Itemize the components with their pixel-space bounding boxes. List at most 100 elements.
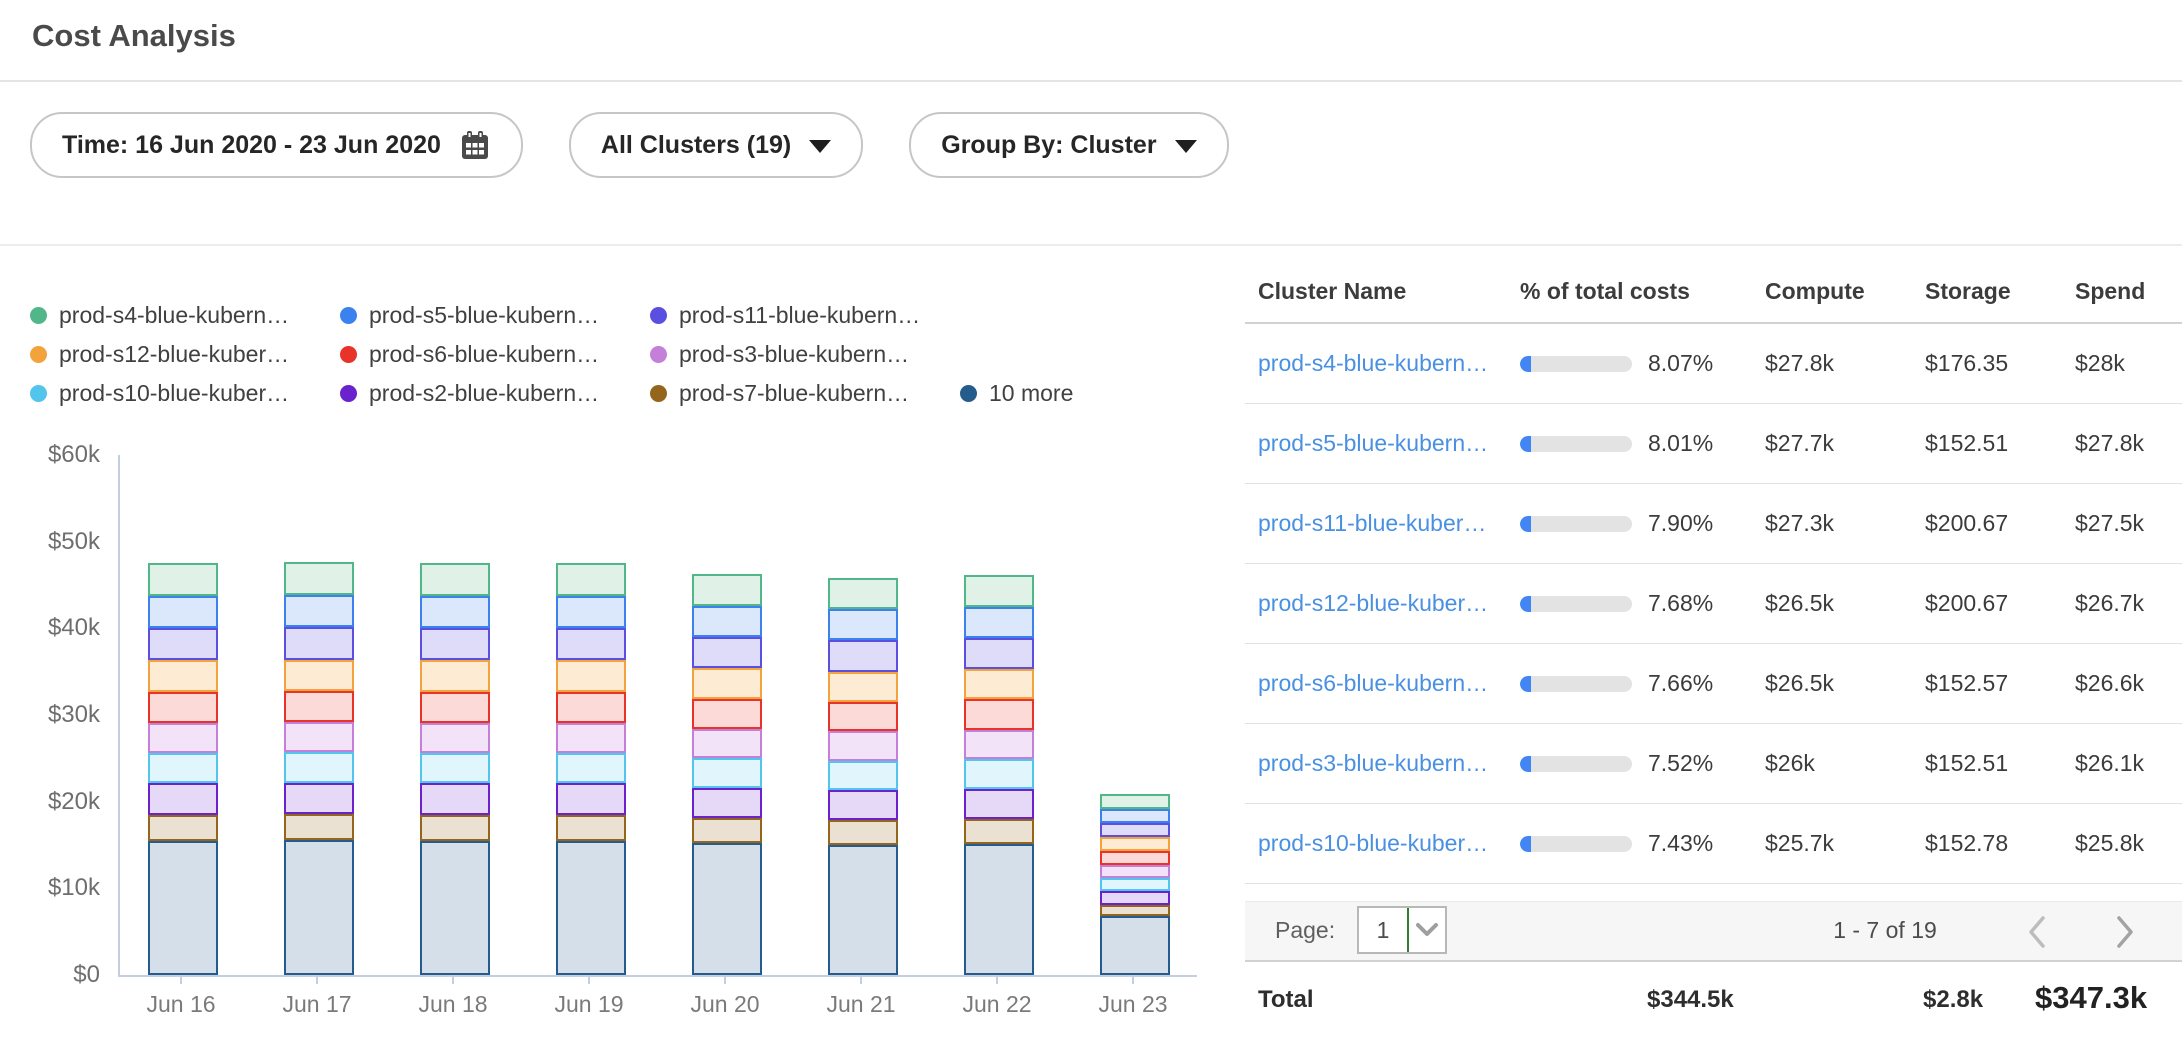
bar-segment-prod-s10-blue-kuber-jun-17[interactable] (284, 752, 354, 782)
bar-segment-prod-s11-blue-kubern-jun-17[interactable] (284, 627, 354, 659)
bar-segment-prod-s2-blue-kubern-jun-18[interactable] (420, 783, 490, 814)
cluster-name-link[interactable]: prod-s5-blue-kubern… (1258, 430, 1520, 457)
bar-segment-prod-s7-blue-kubern-jun-16[interactable] (148, 815, 218, 841)
bar-segment-prod-s3-blue-kubern-jun-20[interactable] (692, 729, 762, 758)
cluster-name-link[interactable]: prod-s6-blue-kubern… (1258, 670, 1520, 697)
bar-segment-10-more-jun-19[interactable] (556, 841, 626, 975)
bar-segment-prod-s7-blue-kubern-jun-19[interactable] (556, 815, 626, 841)
bar-segment-prod-s11-blue-kubern-jun-16[interactable] (148, 628, 218, 660)
cluster-name-link[interactable]: prod-s3-blue-kubern… (1258, 750, 1520, 777)
bar-segment-prod-s7-blue-kubern-jun-22[interactable] (964, 819, 1034, 844)
bar-segment-prod-s11-blue-kubern-jun-23[interactable] (1100, 823, 1170, 837)
legend-item-prod-s3-blue-kubern[interactable]: prod-s3-blue-kubern… (650, 341, 960, 368)
time-range-filter[interactable]: Time: 16 Jun 2020 - 23 Jun 2020 (30, 112, 523, 178)
bar-segment-prod-s12-blue-kuber-jun-23[interactable] (1100, 837, 1170, 851)
bar-segment-prod-s11-blue-kubern-jun-22[interactable] (964, 638, 1034, 669)
bar-segment-prod-s5-blue-kubern-jun-19[interactable] (556, 596, 626, 628)
bar-segment-prod-s10-blue-kuber-jun-20[interactable] (692, 758, 762, 787)
bar-segment-prod-s3-blue-kubern-jun-23[interactable] (1100, 865, 1170, 878)
bar-segment-prod-s6-blue-kubern-jun-19[interactable] (556, 692, 626, 723)
bar-segment-prod-s12-blue-kuber-jun-16[interactable] (148, 660, 218, 691)
bar-segment-prod-s5-blue-kubern-jun-17[interactable] (284, 595, 354, 628)
bar-segment-prod-s2-blue-kubern-jun-21[interactable] (828, 790, 898, 820)
group-by-dropdown[interactable]: Group By: Cluster (909, 112, 1228, 178)
legend-item-prod-s10-blue-kuber[interactable]: prod-s10-blue-kuber… (30, 380, 340, 407)
bar-segment-prod-s6-blue-kubern-jun-21[interactable] (828, 702, 898, 731)
bar-segment-prod-s3-blue-kubern-jun-19[interactable] (556, 723, 626, 753)
bar-segment-prod-s4-blue-kubern-jun-17[interactable] (284, 562, 354, 595)
bar-segment-prod-s7-blue-kubern-jun-17[interactable] (284, 814, 354, 840)
bar-segment-prod-s3-blue-kubern-jun-17[interactable] (284, 722, 354, 752)
bar-segment-prod-s4-blue-kubern-jun-19[interactable] (556, 563, 626, 596)
legend-item-prod-s5-blue-kubern[interactable]: prod-s5-blue-kubern… (340, 302, 650, 329)
bar-segment-prod-s10-blue-kuber-jun-18[interactable] (420, 753, 490, 783)
bar-segment-prod-s3-blue-kubern-jun-16[interactable] (148, 723, 218, 753)
bar-segment-prod-s10-blue-kuber-jun-19[interactable] (556, 753, 626, 783)
bar-segment-prod-s7-blue-kubern-jun-23[interactable] (1100, 905, 1170, 916)
bar-segment-prod-s3-blue-kubern-jun-21[interactable] (828, 731, 898, 760)
bar-segment-prod-s6-blue-kubern-jun-22[interactable] (964, 699, 1034, 729)
bar-segment-prod-s2-blue-kubern-jun-19[interactable] (556, 783, 626, 814)
bar-segment-prod-s12-blue-kuber-jun-19[interactable] (556, 660, 626, 691)
legend-item-prod-s6-blue-kubern[interactable]: prod-s6-blue-kubern… (340, 341, 650, 368)
bar-segment-prod-s6-blue-kubern-jun-16[interactable] (148, 692, 218, 723)
bar-segment-10-more-jun-23[interactable] (1100, 916, 1170, 975)
clusters-filter-dropdown[interactable]: All Clusters (19) (569, 112, 863, 178)
bar-segment-10-more-jun-21[interactable] (828, 845, 898, 975)
cluster-name-link[interactable]: prod-s10-blue-kuber… (1258, 830, 1520, 857)
bar-segment-prod-s10-blue-kuber-jun-16[interactable] (148, 753, 218, 783)
cluster-name-link[interactable]: prod-s4-blue-kubern… (1258, 350, 1520, 377)
page-select[interactable]: 1 (1357, 906, 1447, 954)
legend-item-10-more[interactable]: 10 more (960, 380, 1073, 407)
bar-segment-prod-s5-blue-kubern-jun-22[interactable] (964, 607, 1034, 638)
bar-segment-prod-s5-blue-kubern-jun-16[interactable] (148, 596, 218, 628)
legend-item-prod-s2-blue-kubern[interactable]: prod-s2-blue-kubern… (340, 380, 650, 407)
bar-segment-prod-s11-blue-kubern-jun-20[interactable] (692, 637, 762, 668)
cluster-name-link[interactable]: prod-s12-blue-kuber… (1258, 590, 1520, 617)
bar-segment-prod-s7-blue-kubern-jun-18[interactable] (420, 815, 490, 841)
bar-segment-prod-s11-blue-kubern-jun-18[interactable] (420, 628, 490, 660)
bar-segment-prod-s7-blue-kubern-jun-21[interactable] (828, 820, 898, 845)
bar-segment-10-more-jun-18[interactable] (420, 841, 490, 975)
bar-segment-prod-s4-blue-kubern-jun-16[interactable] (148, 563, 218, 596)
bar-segment-prod-s2-blue-kubern-jun-23[interactable] (1100, 891, 1170, 905)
bar-segment-prod-s4-blue-kubern-jun-22[interactable] (964, 575, 1034, 607)
bar-segment-prod-s12-blue-kuber-jun-22[interactable] (964, 669, 1034, 699)
bar-segment-prod-s10-blue-kuber-jun-22[interactable] (964, 759, 1034, 788)
bar-segment-prod-s6-blue-kubern-jun-17[interactable] (284, 691, 354, 722)
bar-segment-prod-s5-blue-kubern-jun-18[interactable] (420, 596, 490, 628)
bar-segment-prod-s5-blue-kubern-jun-20[interactable] (692, 606, 762, 637)
bar-segment-prod-s12-blue-kuber-jun-17[interactable] (284, 660, 354, 691)
bar-segment-prod-s11-blue-kubern-jun-19[interactable] (556, 628, 626, 660)
bar-segment-prod-s4-blue-kubern-jun-20[interactable] (692, 574, 762, 606)
cluster-name-link[interactable]: prod-s11-blue-kuber… (1258, 510, 1520, 537)
bar-segment-prod-s11-blue-kubern-jun-21[interactable] (828, 640, 898, 671)
bar-segment-prod-s4-blue-kubern-jun-21[interactable] (828, 578, 898, 609)
bar-segment-10-more-jun-16[interactable] (148, 841, 218, 975)
bar-segment-prod-s2-blue-kubern-jun-20[interactable] (692, 788, 762, 818)
next-page-button[interactable] (2103, 910, 2147, 954)
bar-segment-prod-s12-blue-kuber-jun-20[interactable] (692, 668, 762, 698)
bar-segment-10-more-jun-20[interactable] (692, 843, 762, 975)
bar-segment-prod-s10-blue-kuber-jun-21[interactable] (828, 761, 898, 790)
bar-segment-prod-s6-blue-kubern-jun-20[interactable] (692, 699, 762, 729)
legend-item-prod-s12-blue-kuber[interactable]: prod-s12-blue-kuber… (30, 341, 340, 368)
bar-segment-prod-s2-blue-kubern-jun-17[interactable] (284, 783, 354, 814)
bar-segment-prod-s3-blue-kubern-jun-18[interactable] (420, 723, 490, 753)
legend-item-prod-s11-blue-kubern[interactable]: prod-s11-blue-kubern… (650, 302, 960, 329)
bar-segment-prod-s10-blue-kuber-jun-23[interactable] (1100, 878, 1170, 891)
bar-segment-prod-s4-blue-kubern-jun-23[interactable] (1100, 794, 1170, 809)
bar-segment-10-more-jun-22[interactable] (964, 844, 1034, 975)
bar-segment-prod-s3-blue-kubern-jun-22[interactable] (964, 730, 1034, 759)
bar-segment-prod-s4-blue-kubern-jun-18[interactable] (420, 563, 490, 596)
bar-segment-10-more-jun-17[interactable] (284, 840, 354, 975)
bar-segment-prod-s12-blue-kuber-jun-21[interactable] (828, 672, 898, 702)
bar-segment-prod-s2-blue-kubern-jun-22[interactable] (964, 789, 1034, 819)
legend-item-prod-s4-blue-kubern[interactable]: prod-s4-blue-kubern… (30, 302, 340, 329)
bar-segment-prod-s2-blue-kubern-jun-16[interactable] (148, 783, 218, 814)
bar-segment-prod-s7-blue-kubern-jun-20[interactable] (692, 818, 762, 843)
bar-segment-prod-s6-blue-kubern-jun-18[interactable] (420, 692, 490, 723)
bar-segment-prod-s5-blue-kubern-jun-23[interactable] (1100, 809, 1170, 824)
bar-segment-prod-s12-blue-kuber-jun-18[interactable] (420, 660, 490, 691)
bar-segment-prod-s5-blue-kubern-jun-21[interactable] (828, 609, 898, 640)
